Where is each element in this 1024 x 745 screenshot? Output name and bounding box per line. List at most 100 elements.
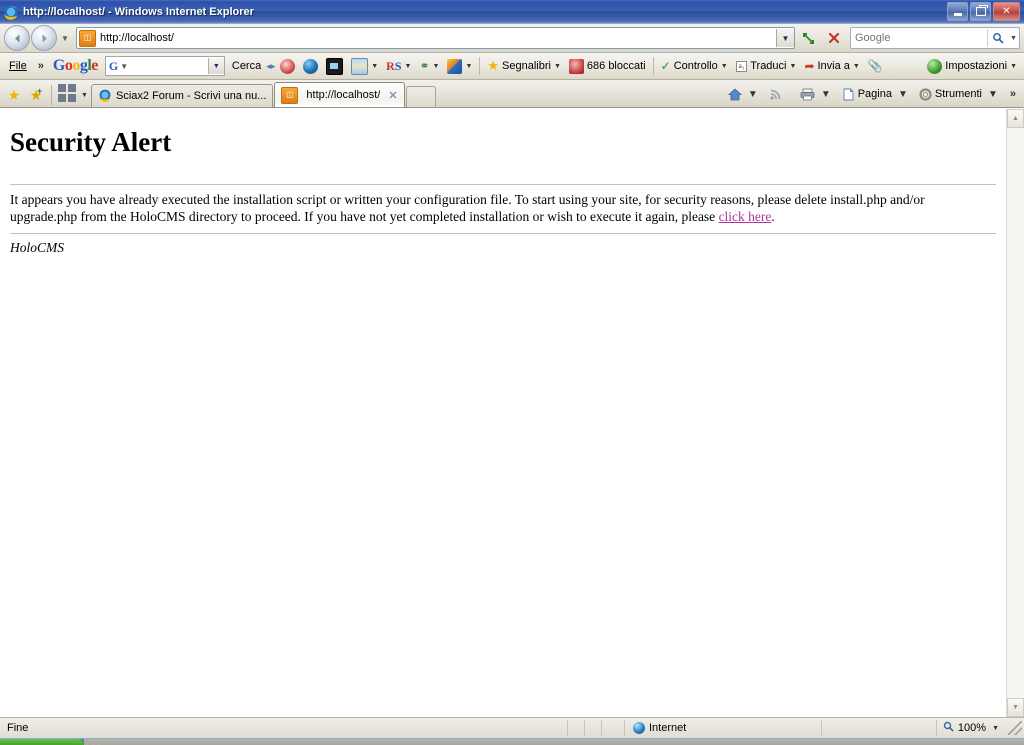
search-input[interactable]: [851, 31, 987, 45]
address-bar[interactable]: ◫ http://localhost/ ▼: [76, 27, 795, 49]
add-to-favorites-icon[interactable]: ★: [25, 83, 47, 107]
forward-button[interactable]: [31, 25, 57, 51]
toolbar-bookmarks[interactable]: ★ Segnalibri ▼: [483, 56, 565, 76]
window-resize-grip[interactable]: [1008, 721, 1022, 735]
stop-icon: [828, 32, 839, 44]
menu-file[interactable]: File: [3, 60, 33, 72]
links-arrow-icon[interactable]: ▼: [433, 63, 440, 70]
new-tab-button[interactable]: [405, 86, 436, 107]
page-icon: [843, 88, 854, 100]
taskbar-tasks-area: [84, 738, 1024, 745]
taskbar-item[interactable]: [86, 738, 88, 745]
window-controls: ✕: [947, 2, 1022, 21]
globe-icon: [633, 722, 645, 734]
toolbar-blocked-count[interactable]: 686 bloccati: [565, 56, 650, 76]
toolbar-spellcheck[interactable]: ✓ Controllo ▼: [657, 56, 732, 76]
quick-tabs-icon[interactable]: [56, 82, 78, 104]
tab-close-icon[interactable]: ✕: [388, 89, 397, 102]
tab-bar-commands: ▼ ▼ Pagina ▼ Strumenti ▼ »: [724, 84, 1021, 107]
close-button[interactable]: ✕: [993, 2, 1020, 21]
tools-arrow-icon[interactable]: ▼: [985, 89, 1001, 100]
spellcheck-icon: ✓: [660, 59, 671, 73]
google-search-button[interactable]: Cerca: [228, 56, 265, 76]
stop-button[interactable]: [822, 27, 845, 50]
taskbar-item[interactable]: [98, 738, 100, 745]
toolbar-rs[interactable]: RS ▼: [382, 56, 415, 76]
popup-blocker-icon: [280, 58, 296, 74]
photo-icon: [326, 57, 344, 75]
google-search-dropdown[interactable]: ▼: [207, 58, 224, 74]
search-dropdown-button[interactable]: ▼: [1008, 35, 1019, 42]
message-text-part2: .: [771, 209, 775, 224]
favorites-center-icon[interactable]: ★: [3, 83, 25, 107]
security-zone-indicator[interactable]: Internet: [624, 720, 822, 736]
sendto-arrow-icon[interactable]: ▼: [853, 63, 860, 70]
click-here-link[interactable]: click here: [719, 209, 772, 224]
rs-arrow-icon[interactable]: ▼: [405, 63, 412, 70]
scrollbar-track[interactable]: [1007, 128, 1024, 698]
toolbar-highlight[interactable]: ▼: [443, 56, 476, 76]
toolbar-resize-handle[interactable]: ◂▸: [265, 61, 276, 72]
toolbar-settings[interactable]: Impostazioni ▼: [923, 56, 1021, 76]
toolbar-photos[interactable]: [322, 56, 347, 76]
address-dropdown-button[interactable]: ▼: [776, 29, 794, 47]
map-icon: [351, 57, 369, 75]
bookmarks-arrow-icon[interactable]: ▼: [554, 63, 561, 70]
highlight-arrow-icon[interactable]: ▼: [465, 63, 472, 70]
toolbar-maps[interactable]: ▼: [347, 56, 382, 76]
google-search-label: Cerca: [231, 60, 262, 72]
google-search-box[interactable]: G ▼ ▼: [104, 56, 225, 76]
toolbar-overflow-chevron[interactable]: »: [33, 60, 49, 72]
minimize-button[interactable]: [947, 2, 968, 21]
toolbar-sendto[interactable]: ➦ Invia a ▼: [800, 56, 863, 76]
history-dropdown-button[interactable]: ▼: [58, 28, 72, 48]
taskbar-item[interactable]: [92, 738, 94, 745]
close-icon: ✕: [1002, 5, 1011, 17]
page-arrow-icon[interactable]: ▼: [895, 89, 911, 100]
tab-localhost[interactable]: ◫ http://localhost/ ✕: [274, 82, 405, 107]
bookmarks-label: Segnalibri: [502, 60, 551, 72]
back-button[interactable]: [4, 25, 30, 51]
spellcheck-arrow-icon[interactable]: ▼: [721, 63, 728, 70]
toolbar-translate[interactable]: a₃ Traduci ▼: [732, 56, 801, 76]
blocked-icon: [568, 58, 584, 74]
search-go-button[interactable]: [987, 29, 1008, 47]
page-title: Security Alert: [10, 127, 172, 157]
settings-label: Impostazioni: [945, 60, 1008, 72]
vertical-scrollbar[interactable]: ▲ ▼: [1006, 109, 1024, 717]
toolbar-attach[interactable]: 📎: [864, 56, 887, 76]
tab-title: Sciax2 Forum - Scrivi una nu...: [116, 90, 267, 102]
zoom-dropdown-icon[interactable]: ▼: [992, 725, 999, 732]
scroll-up-button[interactable]: ▲: [1007, 109, 1024, 128]
toolbar-links[interactable]: ⚭ ▼: [415, 56, 443, 76]
home-arrow-icon[interactable]: ▼: [745, 89, 761, 100]
translate-arrow-icon[interactable]: ▼: [790, 63, 797, 70]
maps-arrow-icon[interactable]: ▼: [371, 63, 378, 70]
scroll-down-button[interactable]: ▼: [1007, 698, 1024, 717]
print-arrow-icon[interactable]: ▼: [818, 89, 834, 100]
link-icon: ⚭: [419, 59, 430, 73]
magnifier-icon: [943, 721, 954, 735]
home-button[interactable]: ▼: [724, 84, 765, 104]
tab-sciax2-forum[interactable]: Sciax2 Forum - Scrivi una nu...: [91, 84, 274, 107]
internet-explorer-icon: [3, 4, 19, 20]
star-icon: ★: [487, 58, 500, 73]
refresh-button[interactable]: [797, 27, 820, 50]
page-menu-button[interactable]: Pagina ▼: [838, 84, 915, 104]
tools-menu-button[interactable]: Strumenti ▼: [915, 84, 1005, 104]
blocked-label: 686 bloccati: [586, 60, 646, 72]
restore-button[interactable]: [970, 2, 991, 21]
address-bar-text: http://localhost/: [100, 32, 174, 44]
toolbar-earth[interactable]: [299, 56, 322, 76]
tabbar-overflow-chevron[interactable]: »: [1005, 88, 1021, 100]
feeds-button[interactable]: [765, 84, 786, 104]
settings-arrow-icon[interactable]: ▼: [1010, 63, 1017, 70]
search-box[interactable]: ▼: [850, 27, 1020, 49]
toolbar-popup-blocker[interactable]: [276, 56, 299, 76]
start-button[interactable]: [0, 739, 84, 745]
tab-list-dropdown[interactable]: ▼: [78, 86, 91, 104]
settings-icon: [927, 58, 943, 74]
zoom-control[interactable]: 100% ▼: [935, 720, 1005, 736]
divider-top: [10, 184, 996, 185]
print-button[interactable]: ▼: [796, 84, 838, 104]
